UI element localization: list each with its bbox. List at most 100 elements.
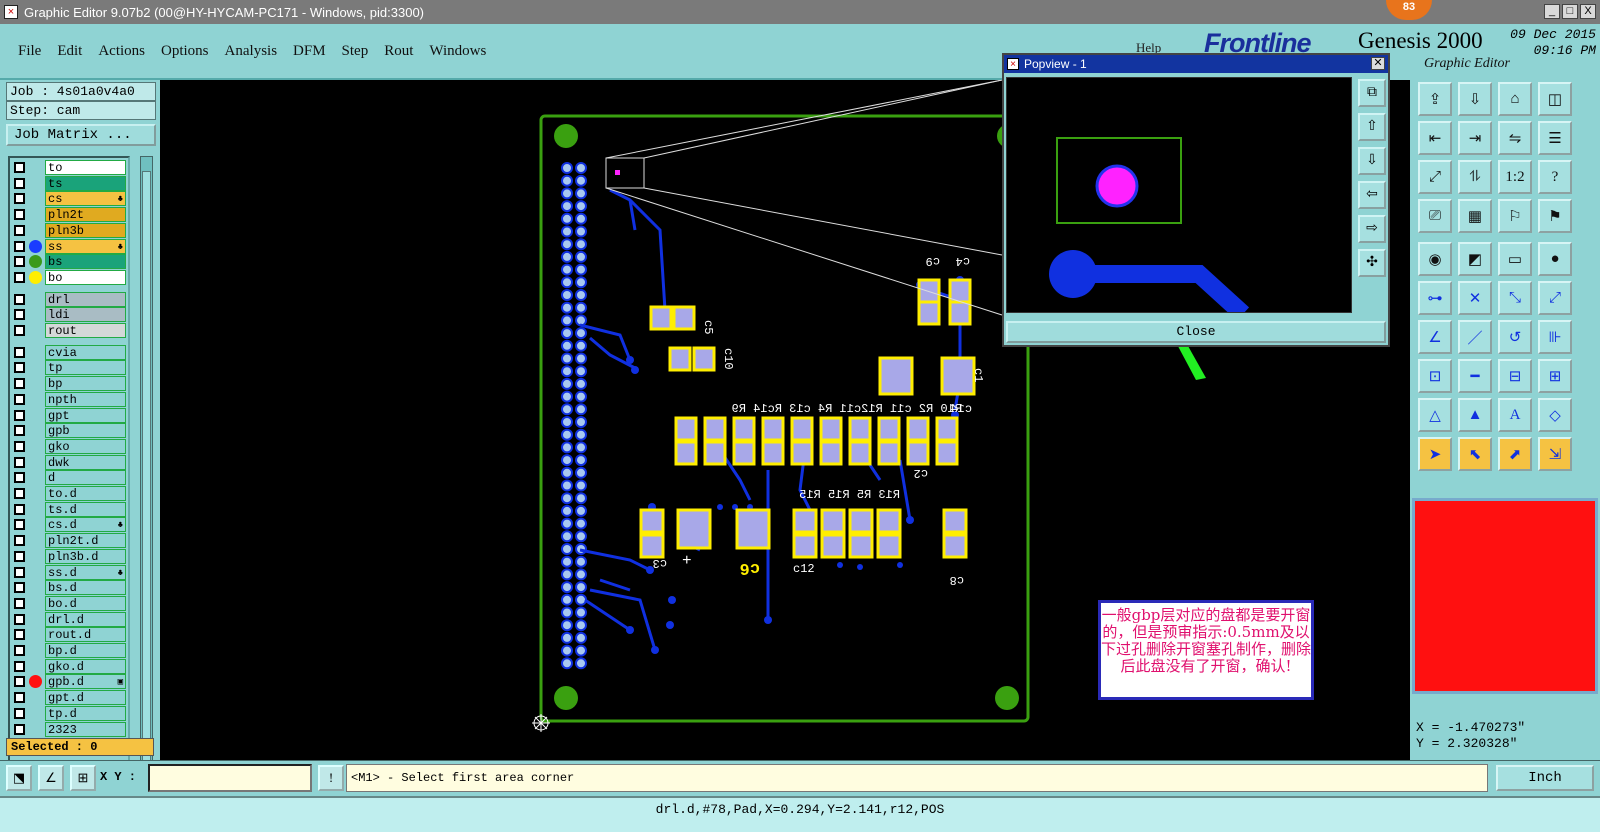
layer-checkbox[interactable] xyxy=(14,660,25,672)
tool-40-icon[interactable]: ⇲ xyxy=(1538,437,1572,471)
layer-checkbox[interactable] xyxy=(14,378,25,390)
menu-analysis[interactable]: Analysis xyxy=(225,43,278,60)
tool-10-icon[interactable]: ⥮ xyxy=(1458,160,1492,194)
tool-9-icon[interactable]: ⤢ xyxy=(1418,160,1452,194)
layer-row[interactable]: bp xyxy=(10,376,130,392)
popview-titlebar[interactable]: × Popview - 1 ✕ xyxy=(1004,55,1388,73)
menu-dfm[interactable]: DFM xyxy=(293,43,326,60)
layer-checkbox[interactable] xyxy=(14,271,25,283)
tool-24-icon[interactable]: ⤢ xyxy=(1538,281,1572,315)
layer-name[interactable]: drl xyxy=(45,291,126,307)
alert-button[interactable]: ! xyxy=(318,765,344,791)
layer-row[interactable]: ss.d ♣ xyxy=(10,564,130,580)
popview-tool-1-icon[interactable]: ⧉ xyxy=(1358,79,1386,107)
popview-tool-6-icon[interactable]: ✣ xyxy=(1358,249,1386,277)
layer-row[interactable]: cs ♣ xyxy=(10,191,130,207)
layer-checkbox[interactable] xyxy=(14,256,25,268)
tool-27-icon[interactable]: ↺ xyxy=(1498,320,1532,354)
layer-name[interactable]: pln2t.d xyxy=(45,533,126,549)
popview-window[interactable]: × Popview - 1 ✕ ⧉ ⇧ ⇩ ⇦ ⇨ ✣ Close xyxy=(1002,53,1390,347)
popview-canvas[interactable] xyxy=(1006,77,1352,321)
layer-row[interactable]: ldi xyxy=(10,307,130,323)
tool-14-icon[interactable]: ▦ xyxy=(1458,199,1492,233)
xy-input[interactable] xyxy=(148,764,312,792)
layer-row[interactable]: gpt.d xyxy=(10,690,130,706)
maximize-button[interactable]: □ xyxy=(1562,4,1578,19)
layer-row[interactable]: 2323 xyxy=(10,721,130,737)
tool-26-icon[interactable]: ／ xyxy=(1458,320,1492,354)
tool-28-icon[interactable]: ⊪ xyxy=(1538,320,1572,354)
layer-checkbox[interactable] xyxy=(14,309,25,321)
tool-19-icon[interactable]: ▭ xyxy=(1498,242,1532,276)
layer-row[interactable]: pln2t xyxy=(10,207,130,223)
layer-row[interactable]: bo xyxy=(10,269,130,285)
layer-name[interactable]: bp xyxy=(45,376,126,392)
layer-name[interactable]: ts xyxy=(45,175,126,191)
minimize-button[interactable]: _ xyxy=(1544,4,1560,19)
layer-name[interactable]: ldi xyxy=(45,307,126,323)
tool-23-icon[interactable]: ⤡ xyxy=(1498,281,1532,315)
menu-options[interactable]: Options xyxy=(161,43,209,60)
layer-checkbox[interactable] xyxy=(14,177,25,189)
tool-3-icon[interactable]: ⌂ xyxy=(1498,82,1532,116)
window-titlebar[interactable]: × Graphic Editor 9.07b2 (00@HY-HYCAM-PC1… xyxy=(0,0,1600,24)
layer-row[interactable]: pln2t.d xyxy=(10,533,130,549)
tool-35-icon[interactable]: A xyxy=(1498,398,1532,432)
layer-scrollbar[interactable] xyxy=(140,156,153,790)
layer-row[interactable]: pln3b xyxy=(10,222,130,238)
tool-31-icon[interactable]: ⊟ xyxy=(1498,359,1532,393)
layer-checkbox[interactable] xyxy=(14,293,25,305)
layer-row[interactable]: bp.d xyxy=(10,643,130,658)
layer-checkbox[interactable] xyxy=(14,597,25,609)
menu-step[interactable]: Step xyxy=(342,43,369,60)
layer-name[interactable]: gpb xyxy=(45,423,126,439)
grid-icon[interactable]: ⊞ xyxy=(70,765,96,791)
layer-name[interactable]: pln2t xyxy=(45,207,126,223)
tool-39-icon[interactable]: ⬈ xyxy=(1498,437,1532,471)
tool-13-icon[interactable]: ⎚ xyxy=(1418,199,1452,233)
layer-name[interactable]: cvia xyxy=(45,344,126,360)
layer-row[interactable]: drl xyxy=(10,291,130,307)
layer-checkbox[interactable] xyxy=(14,456,25,468)
layer-row[interactable]: gpt xyxy=(10,407,130,423)
layer-row[interactable]: gko xyxy=(10,438,130,454)
tool-21-icon[interactable]: ⊶ xyxy=(1418,281,1452,315)
layer-row[interactable]: tp.d xyxy=(10,705,130,721)
layer-name[interactable]: drl.d xyxy=(45,611,126,627)
layer-checkbox[interactable] xyxy=(14,346,25,358)
layer-checkbox[interactable] xyxy=(14,723,25,735)
tool-8-icon[interactable]: ☰ xyxy=(1538,121,1572,155)
layer-name[interactable]: bs xyxy=(45,254,126,270)
tool-34-icon[interactable]: ▲ xyxy=(1458,398,1492,432)
layer-checkbox[interactable] xyxy=(14,362,25,374)
overview-map[interactable] xyxy=(1412,498,1598,694)
layer-name[interactable]: ts.d xyxy=(45,501,126,517)
layer-row[interactable]: bo.d xyxy=(10,595,130,611)
menu-rout[interactable]: Rout xyxy=(384,43,413,60)
layer-checkbox[interactable] xyxy=(14,409,25,421)
tool-7-icon[interactable]: ⇋ xyxy=(1498,121,1532,155)
tool-30-icon[interactable]: ━ xyxy=(1458,359,1492,393)
layer-name[interactable]: d xyxy=(45,470,126,486)
layer-name[interactable]: dwk xyxy=(45,454,126,470)
layer-name[interactable]: tp xyxy=(45,360,126,376)
layer-checkbox[interactable] xyxy=(14,519,25,531)
layer-checkbox[interactable] xyxy=(14,550,25,562)
tool-36-icon[interactable]: ◇ xyxy=(1538,398,1572,432)
layer-name[interactable]: gpt xyxy=(45,407,126,423)
layer-name[interactable]: to xyxy=(45,160,126,175)
menu-file[interactable]: File xyxy=(18,43,41,60)
layer-row[interactable]: npth xyxy=(10,391,130,407)
menu-actions[interactable]: Actions xyxy=(98,43,145,60)
layer-row[interactable]: rout xyxy=(10,323,130,338)
layer-checkbox[interactable] xyxy=(14,566,25,578)
close-button[interactable]: X xyxy=(1580,4,1596,19)
layer-row[interactable]: d xyxy=(10,470,130,486)
layer-name[interactable]: ss ♣ xyxy=(45,238,126,254)
tool-38-icon[interactable]: ⬉ xyxy=(1458,437,1492,471)
layer-checkbox[interactable] xyxy=(14,425,25,437)
angle-icon[interactable]: ∠ xyxy=(38,765,64,791)
layer-name[interactable]: bs.d xyxy=(45,580,126,596)
layer-row[interactable]: cs.d ♣ xyxy=(10,517,130,533)
tool-37-icon[interactable]: ➤ xyxy=(1418,437,1452,471)
